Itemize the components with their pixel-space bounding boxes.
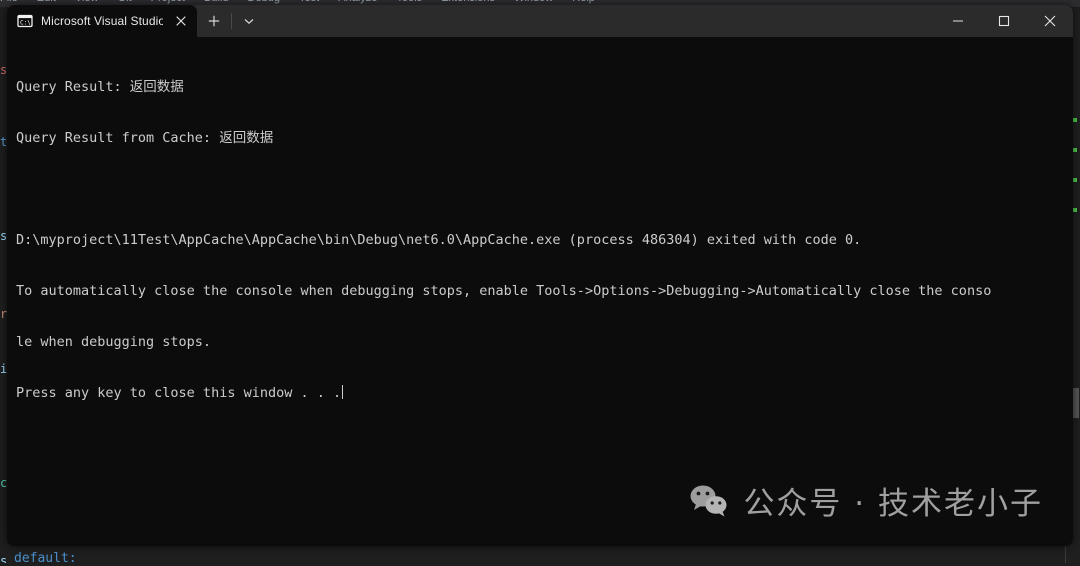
ide-menu-item[interactable]: Edit xyxy=(37,0,56,4)
ide-code-line-default: default: xyxy=(14,551,77,566)
svg-text:C:\: C:\ xyxy=(20,20,31,27)
window-controls[interactable] xyxy=(935,5,1073,37)
console-line: To automatically close the console when … xyxy=(16,283,992,299)
ide-menu-item[interactable]: Extensions xyxy=(441,0,495,4)
console-line: D:\myproject\11Test\AppCache\AppCache\bi… xyxy=(16,232,862,248)
console-line-prompt: Press any key to close this window . . . xyxy=(16,385,1065,402)
tab-strip[interactable]: C:\ Microsoft Visual Studio Debug xyxy=(7,5,935,37)
ide-menu-item[interactable]: Analyze xyxy=(338,0,377,4)
ide-menu-item[interactable]: Tools xyxy=(396,0,422,4)
tab-close-icon[interactable] xyxy=(171,11,191,31)
ide-menu-item[interactable]: Build xyxy=(204,0,228,4)
ide-menu-item[interactable]: Window xyxy=(514,0,553,4)
maximize-button[interactable] xyxy=(981,5,1027,37)
ide-menu-item[interactable]: Test xyxy=(299,0,319,4)
console-prompt-text: Press any key to close this window . . . xyxy=(16,385,342,401)
console-line: Query Result: 返回数据 xyxy=(16,79,184,95)
text-cursor xyxy=(342,385,344,399)
minimize-button[interactable] xyxy=(935,5,981,37)
new-tab-button[interactable] xyxy=(197,5,231,37)
console-line: Query Result from Cache: 返回数据 xyxy=(16,130,274,146)
console-output[interactable]: Query Result: 返回数据 Query Result from Cac… xyxy=(7,37,1073,546)
chevron-down-icon[interactable] xyxy=(232,5,266,37)
close-button[interactable] xyxy=(1027,5,1073,37)
ide-menu-item[interactable]: Debug xyxy=(248,0,280,4)
ide-menu-item[interactable]: File xyxy=(0,0,18,4)
ide-menu-item[interactable]: View xyxy=(75,0,99,4)
tab-title: Microsoft Visual Studio Debug xyxy=(41,14,163,28)
ide-menu-item[interactable]: Help xyxy=(572,0,595,4)
ide-menu-item[interactable]: Git xyxy=(118,0,132,4)
console-window[interactable]: C:\ Microsoft Visual Studio Debug xyxy=(7,5,1073,546)
console-titlebar[interactable]: C:\ Microsoft Visual Studio Debug xyxy=(7,5,1073,37)
console-line: le when debugging stops. xyxy=(16,334,212,350)
tab-debug-console[interactable]: C:\ Microsoft Visual Studio Debug xyxy=(7,5,197,37)
ide-menu-item[interactable]: Project xyxy=(151,0,185,4)
code-fragment: s xyxy=(0,553,8,563)
console-cmd-icon: C:\ xyxy=(17,13,33,29)
